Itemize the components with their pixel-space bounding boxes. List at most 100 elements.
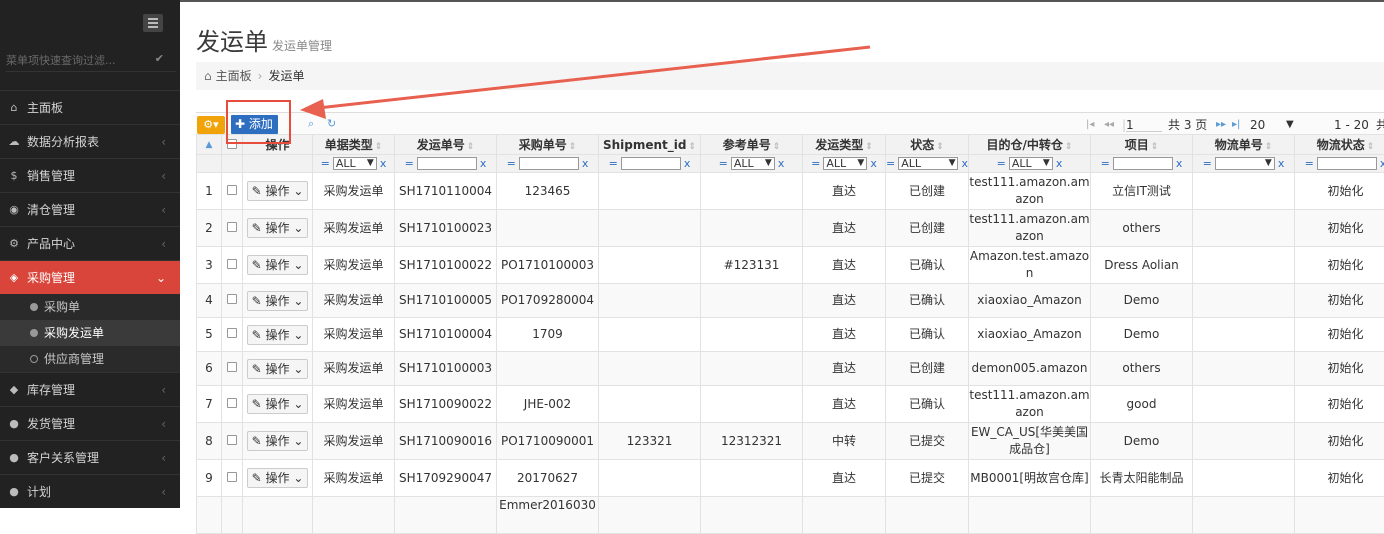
row-checkbox[interactable]	[222, 247, 243, 284]
filter-input[interactable]	[417, 157, 477, 170]
sidebar-item[interactable]: ◆库存管理‹	[0, 372, 180, 406]
table-row[interactable]: 2✎ 操作 ⌄采购发运单SH1710100023直达已创建test111.ama…	[197, 210, 1384, 247]
filter-input[interactable]	[621, 157, 681, 170]
row-checkbox[interactable]	[222, 460, 243, 497]
filter-operator[interactable]: =	[609, 157, 618, 170]
filter-operator[interactable]: =	[997, 157, 1006, 170]
operation-dropdown-button[interactable]: ✎ 操作 ⌄	[247, 394, 309, 414]
sort-icon[interactable]: ⇕	[1065, 142, 1073, 152]
column-header[interactable]: 采购单号⇕	[497, 135, 599, 155]
sort-icon[interactable]: ⇕	[375, 142, 383, 152]
operation-dropdown-button[interactable]: ✎ 操作 ⌄	[247, 431, 309, 451]
row-checkbox[interactable]	[222, 497, 243, 534]
sort-icon[interactable]: ⇕	[467, 142, 475, 152]
sidebar-item[interactable]: ●发货管理‹	[0, 406, 180, 440]
sort-icon[interactable]: ⇕	[569, 142, 577, 152]
row-checkbox[interactable]	[222, 284, 243, 318]
sort-icon[interactable]: ⇕	[1151, 142, 1159, 152]
add-button[interactable]: ✚ 添加	[231, 115, 278, 134]
row-checkbox[interactable]	[222, 173, 243, 210]
sidebar-subitem[interactable]: 供应商管理	[0, 346, 180, 372]
sidebar-item[interactable]: ●计划‹	[0, 474, 180, 508]
operation-dropdown-button[interactable]: ✎ 操作 ⌄	[247, 218, 309, 238]
row-checkbox[interactable]	[222, 386, 243, 423]
column-header[interactable]: 发运类型⇕	[803, 135, 886, 155]
row-checkbox[interactable]	[222, 352, 243, 386]
filter-operator[interactable]: =	[321, 157, 330, 170]
column-header[interactable]: 目的仓/中转仓⇕	[969, 135, 1091, 155]
filter-select[interactable]: ALL▼	[731, 157, 775, 170]
filter-operator[interactable]: =	[719, 157, 728, 170]
column-header[interactable]: 参考单号⇕	[701, 135, 803, 155]
refresh-icon[interactable]: ↻	[327, 117, 336, 130]
filter-operator[interactable]: =	[1203, 157, 1212, 170]
filter-select[interactable]: ALL▼	[1009, 157, 1053, 170]
operation-dropdown-button[interactable]: ✎ 操作 ⌄	[247, 359, 309, 379]
filter-input[interactable]	[519, 157, 579, 170]
gear-dropdown-button[interactable]: ⚙▾	[197, 116, 225, 134]
sidebar-subitem[interactable]: 采购单	[0, 294, 180, 320]
page-input[interactable]: 1	[1126, 118, 1162, 132]
filter-select[interactable]: ALL▼	[333, 157, 377, 170]
column-header[interactable]: 单据类型⇕	[313, 135, 395, 155]
filter-select[interactable]: ALL▼	[823, 157, 867, 170]
breadcrumb-home[interactable]: 主面板	[216, 69, 252, 83]
filter-operator[interactable]: =	[1305, 157, 1314, 170]
filter-input[interactable]	[1317, 157, 1377, 170]
filter-operator[interactable]: =	[811, 157, 820, 170]
sort-icon[interactable]: ⇕	[773, 142, 781, 152]
row-checkbox[interactable]	[222, 318, 243, 352]
sidebar-item[interactable]: ⌂主面板	[0, 90, 180, 124]
sort-icon[interactable]: ⇕	[1367, 142, 1375, 152]
column-header[interactable]: 发运单号⇕	[395, 135, 497, 155]
operation-dropdown-button[interactable]: ✎ 操作 ⌄	[247, 291, 309, 311]
sort-icon[interactable]: ⇕	[865, 142, 873, 152]
row-checkbox[interactable]	[222, 423, 243, 460]
sort-icon[interactable]: ⇕	[936, 142, 944, 152]
sidebar-subitem[interactable]: 采购发运单	[0, 320, 180, 346]
sort-asc-icon[interactable]: ▲	[197, 135, 222, 155]
filter-operator[interactable]: =	[886, 157, 895, 170]
filter-select[interactable]: ▼	[1215, 157, 1275, 170]
clear-filter-icon[interactable]: x	[961, 157, 968, 170]
operation-dropdown-button[interactable]: ✎ 操作 ⌄	[247, 468, 309, 488]
column-header[interactable]: 项目⇕	[1091, 135, 1193, 155]
operation-dropdown-button[interactable]: ✎ 操作 ⌄	[247, 181, 309, 201]
sort-icon[interactable]: ⇕	[1265, 142, 1273, 152]
menu-toggle-icon[interactable]	[143, 14, 163, 32]
column-header[interactable]: Shipment_id⇕	[599, 135, 701, 155]
table-row[interactable]: 6✎ 操作 ⌄采购发运单SH1710100003直达已创建demon005.am…	[197, 352, 1384, 386]
select-all-checkbox[interactable]	[222, 135, 243, 155]
filter-select[interactable]: ALL▼	[898, 157, 958, 170]
table-row[interactable]: 1✎ 操作 ⌄采购发运单SH1710110004123465直达已创建test1…	[197, 173, 1384, 210]
filter-operator[interactable]: =	[1101, 157, 1110, 170]
operation-dropdown-button[interactable]: ✎ 操作 ⌄	[247, 325, 309, 345]
table-row[interactable]: Emmer2016030	[197, 497, 1384, 534]
table-row[interactable]: 4✎ 操作 ⌄采购发运单SH1710100005PO1709280004直达已确…	[197, 284, 1384, 318]
sort-icon[interactable]: ⇕	[688, 142, 696, 152]
table-row[interactable]: 7✎ 操作 ⌄采购发运单SH1710090022JHE-002直达已确认test…	[197, 386, 1384, 423]
column-header[interactable]: 物流单号⇕	[1193, 135, 1295, 155]
table-row[interactable]: 5✎ 操作 ⌄采购发运单SH17101000041709直达已确认xiaoxia…	[197, 318, 1384, 352]
column-header[interactable]: 操作	[243, 135, 313, 155]
table-row[interactable]: 3✎ 操作 ⌄采购发运单SH1710100022PO1710100003#123…	[197, 247, 1384, 284]
clear-filter-icon[interactable]: x	[684, 157, 691, 170]
sidebar-item[interactable]: ⚙产品中心‹	[0, 226, 180, 260]
row-checkbox[interactable]	[222, 210, 243, 247]
clear-filter-icon[interactable]: x	[870, 157, 877, 170]
search-icon[interactable]: ⌕	[308, 117, 314, 131]
sidebar-item[interactable]: ☁数据分析报表‹	[0, 124, 180, 158]
sidebar-item[interactable]: ◈采购管理⌄	[0, 260, 180, 294]
filter-operator[interactable]: =	[405, 157, 414, 170]
column-header[interactable]: 状态⇕	[886, 135, 969, 155]
clear-filter-icon[interactable]: x	[582, 157, 589, 170]
table-row[interactable]: 8✎ 操作 ⌄采购发运单SH1710090016PO17100900011233…	[197, 423, 1384, 460]
column-header[interactable]: 物流状态⇕	[1295, 135, 1384, 155]
filter-input[interactable]	[1113, 157, 1173, 170]
sidebar-item[interactable]: $销售管理‹	[0, 158, 180, 192]
clear-filter-icon[interactable]: x	[1278, 157, 1285, 170]
clear-filter-icon[interactable]: x	[778, 157, 785, 170]
table-row[interactable]: 9✎ 操作 ⌄采购发运单SH170929004720170627直达已提交MB0…	[197, 460, 1384, 497]
clear-filter-icon[interactable]: x	[1056, 157, 1063, 170]
clear-filter-icon[interactable]: x	[1176, 157, 1183, 170]
